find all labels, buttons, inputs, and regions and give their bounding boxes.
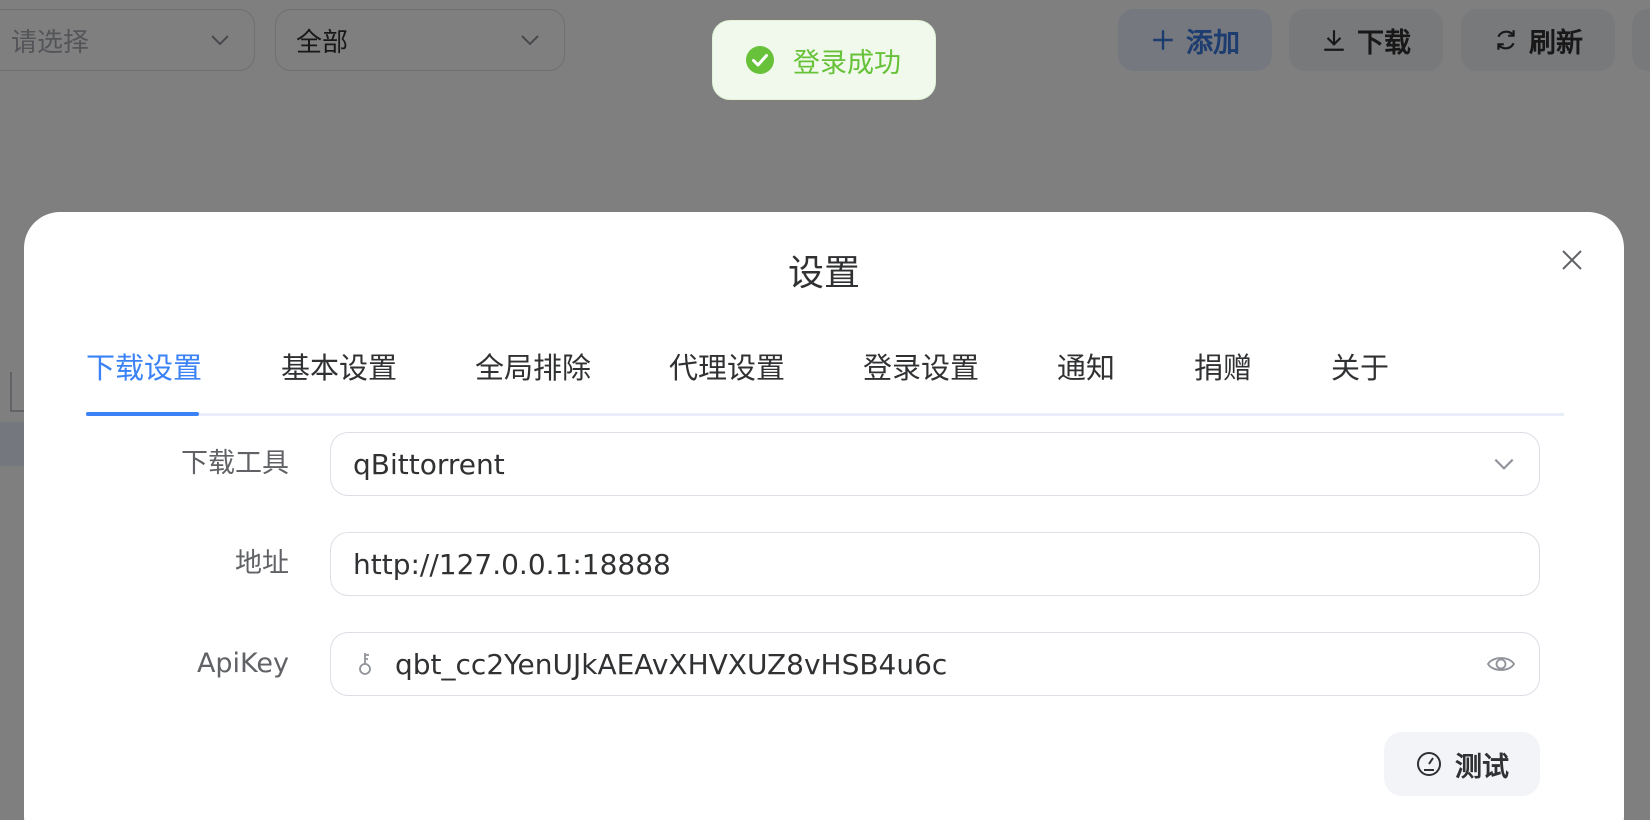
address-value: http://127.0.0.1:18888: [353, 547, 671, 581]
settings-dialog: 设置 下载设置 基本设置 全局排除 代理设置 登录设置 通知 捐赠 关于 下载工…: [24, 212, 1624, 820]
active-tab-indicator: [86, 412, 199, 416]
download-tool-label: 下载工具: [181, 448, 289, 479]
tab-basic-settings[interactable]: 基本设置: [281, 344, 397, 392]
tab-about[interactable]: 关于: [1331, 344, 1389, 392]
tab-notifications[interactable]: 通知: [1057, 344, 1115, 392]
toast-message: 登录成功: [793, 47, 901, 79]
apikey-value: qbt_cc2YenUJkAEAvXHVXUZ8vHSB4u6c: [395, 647, 948, 681]
test-button-label: 测试: [1455, 751, 1509, 783]
address-label: 地址: [235, 548, 289, 579]
apikey-label: ApiKey: [196, 648, 289, 679]
address-input[interactable]: http://127.0.0.1:18888: [330, 532, 1540, 596]
dialog-title: 设置: [787, 253, 860, 294]
tab-login-settings[interactable]: 登录设置: [863, 344, 979, 392]
apikey-row: ApiKey qbt_cc2YenUJkAEAvXHVXUZ8vHSB4u6c: [24, 632, 1624, 696]
tab-proxy-settings[interactable]: 代理设置: [669, 344, 785, 392]
tab-download-settings[interactable]: 下载设置: [86, 344, 202, 392]
apikey-input[interactable]: qbt_cc2YenUJkAEAvXHVXUZ8vHSB4u6c: [330, 632, 1540, 696]
test-button[interactable]: 测试: [1384, 732, 1540, 796]
settings-tabs: 下载设置 基本设置 全局排除 代理设置 登录设置 通知 捐赠 关于: [86, 332, 1564, 416]
tabs-track: [86, 413, 1564, 416]
tab-global-exclude[interactable]: 全局排除: [475, 344, 591, 392]
success-toast: 登录成功: [712, 20, 936, 100]
close-icon: [1562, 250, 1582, 270]
download-tool-select[interactable]: qBittorrent: [330, 432, 1540, 496]
download-tool-row: 下载工具 qBittorrent: [24, 432, 1624, 496]
app-stage: 请选择 全部 添加 下载 刷新: [0, 0, 1650, 820]
address-row: 地址 http://127.0.0.1:18888: [24, 532, 1624, 596]
gauge-icon: [1417, 752, 1441, 776]
tab-donate[interactable]: 捐赠: [1194, 344, 1252, 392]
chevron-down-icon: [1494, 458, 1514, 470]
check-circle-icon: [746, 46, 774, 74]
key-icon: [359, 653, 371, 675]
download-tool-value: qBittorrent: [353, 447, 505, 481]
eye-icon[interactable]: [1485, 648, 1517, 680]
close-button[interactable]: [1552, 240, 1592, 280]
